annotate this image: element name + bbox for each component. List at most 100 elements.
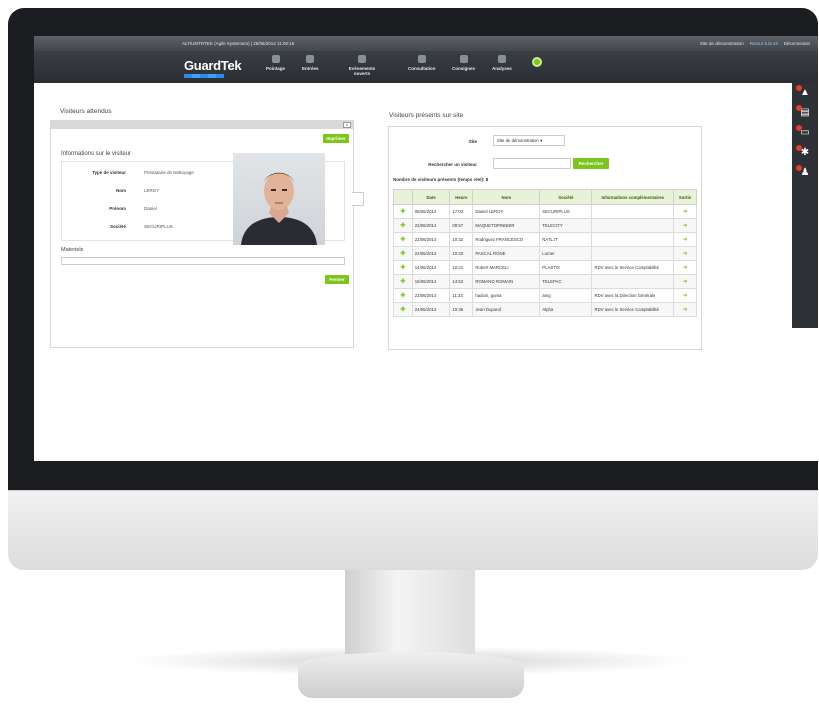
add-icon[interactable]: ✚ — [393, 204, 413, 219]
alert-icon[interactable]: ▲ — [796, 85, 811, 99]
field-value: SECURIPLUS — [144, 224, 173, 229]
nav-evenements[interactable]: Evènements ouverts — [340, 55, 384, 76]
nav-analyses[interactable]: Analyses — [492, 55, 512, 71]
exit-icon[interactable]: ➜ — [672, 274, 698, 289]
cell-date: 16/06/2014 — [411, 274, 451, 289]
exit-icon[interactable]: ➜ — [672, 204, 698, 219]
close-icon[interactable]: × — [343, 122, 351, 128]
status-right: Site de démonstration Retour à la v3 Déc… — [700, 36, 810, 51]
exit-icon[interactable]: ➜ — [672, 246, 698, 261]
add-icon[interactable]: ✚ — [393, 218, 413, 233]
table-row: ✚ 23/06/2014 11:33 hadoni, guma amg RDV avec … — [393, 288, 698, 303]
cell-info — [591, 204, 674, 219]
panel-header: × — [51, 121, 353, 129]
logout-link[interactable]: Déconnexion — [784, 36, 810, 51]
field-label: Type de visiteur — [92, 170, 126, 175]
add-icon[interactable]: ✚ — [393, 288, 413, 303]
present-visitors-title: Visiteurs présents sur site — [389, 112, 464, 119]
table-row: ✚ 22/06/2014 10:32 Rodriguez FRANCESCO NATL.… — [393, 232, 698, 247]
field-value: Daniel — [144, 206, 157, 211]
table-header: Date Heure Nom Société Informations comp… — [393, 189, 698, 205]
badge-icon[interactable]: ✱ — [796, 145, 811, 159]
cell-info — [591, 274, 674, 289]
cell-date: 23/06/2014 — [411, 288, 451, 303]
id-card-icon[interactable]: ▭ — [796, 125, 811, 139]
field-value: LEROY — [144, 188, 160, 193]
present-visitors-panel: Site Site de démonstration ▾ Rechercher … — [388, 126, 702, 350]
search-label: Rechercher un visiteur — [428, 162, 477, 167]
add-icon[interactable]: ✚ — [393, 274, 413, 289]
exit-icon[interactable]: ➜ — [672, 288, 698, 303]
cell-name: Daniel LEROY — [472, 204, 541, 219]
analyses-icon — [497, 55, 506, 63]
nav-pointage[interactable]: Pointage — [266, 55, 285, 71]
search-button[interactable]: Rechercher — [573, 158, 609, 169]
print-button[interactable]: Imprimer — [323, 134, 349, 143]
exit-icon[interactable]: ➜ — [672, 260, 698, 275]
status-bar: ALTIUMTRTEK (Agile Systemum) | 25/06/201… — [34, 36, 818, 51]
add-icon[interactable]: ✚ — [393, 246, 413, 261]
table-row: ✚ 16/06/2014 14:53 ROMANO ROMAIN TELEPAC ➜ — [393, 274, 698, 289]
cell-date: 14/06/2014 — [411, 260, 451, 275]
return-link[interactable]: Retour à la v3 — [750, 36, 778, 51]
exit-icon[interactable]: ➜ — [672, 302, 698, 317]
monitor-neck — [345, 570, 475, 654]
table-row: ✚ 24/06/2014 10:36 Jean Dupond Alpha RDV avec… — [393, 302, 698, 317]
cell-time: 10:32 — [449, 232, 474, 247]
visitor-info-title: Informations sur le visiteur — [61, 151, 132, 157]
person-icon[interactable]: ♟ — [796, 165, 811, 179]
right-sidebar: ▲ ▤ ▭ ✱ ♟ — [792, 83, 818, 328]
cell-info: RDV avec le Service Comptabilité — [591, 302, 674, 317]
field-label: Nom — [116, 188, 126, 193]
cell-company: Lorner — [539, 246, 593, 261]
main-nav: GuardTek Pointage Entrées Evènements ouv… — [34, 51, 818, 83]
consignes-icon — [459, 55, 468, 63]
cell-date: 22/06/2014 — [411, 232, 451, 247]
cell-company: Alpha — [539, 302, 593, 317]
field-label: Prénom — [109, 206, 126, 211]
cell-time: 10:21 — [449, 260, 474, 275]
field-value: Prestataire de Nettoyage — [144, 170, 194, 175]
add-icon[interactable]: ✚ — [393, 302, 413, 317]
search-input[interactable] — [493, 158, 571, 169]
nav-entrees[interactable]: Entrées — [302, 55, 319, 71]
consultation-icon — [417, 55, 426, 63]
session-info: ALTIUMTRTEK (Agile Systemum) | 25/06/201… — [182, 41, 295, 46]
visitor-photo — [233, 153, 325, 245]
screen: ALTIUMTRTEK (Agile Systemum) | 25/06/201… — [34, 36, 818, 461]
add-icon[interactable]: ✚ — [393, 232, 413, 247]
cell-name: Jean Dupond — [472, 302, 541, 317]
table-row: ✚ 22/06/2014 10:32 PASCAL RONE Lorner ➜ — [393, 246, 698, 261]
cell-info: RDV avec le Service Comptabilité — [591, 260, 674, 275]
nav-consultation[interactable]: Consultation — [408, 55, 436, 71]
materials-input[interactable] — [61, 257, 345, 265]
cell-time: 14:53 — [449, 274, 474, 289]
materials-title: Materiels — [61, 247, 84, 253]
cell-info — [591, 232, 674, 247]
cell-time: 10:32 — [449, 246, 474, 261]
evenements-icon — [358, 55, 366, 63]
cell-company: SECURIPLUS — [539, 204, 593, 219]
col-header — [393, 189, 413, 205]
status-indicator-icon[interactable] — [532, 57, 542, 67]
cell-name: hadoni, guma — [472, 288, 541, 303]
col-header: Informations complémentaires — [591, 189, 674, 205]
cell-info — [591, 218, 674, 233]
exit-icon[interactable]: ➜ — [672, 218, 698, 233]
add-icon[interactable]: ✚ — [393, 260, 413, 275]
exit-icon[interactable]: ➜ — [672, 232, 698, 247]
cell-date: 22/06/2014 — [411, 246, 451, 261]
col-header: Nom — [472, 189, 541, 205]
cell-time: 10:36 — [449, 302, 474, 317]
cell-date: 22/06/2014 — [411, 218, 451, 233]
cell-date: 05/06/2014 — [411, 204, 451, 219]
pointage-icon — [271, 55, 280, 63]
close-button[interactable]: Fermer — [325, 275, 349, 284]
clipboard-icon[interactable]: ▤ — [796, 105, 811, 119]
table-row: ✚ 22/06/2014 09:57 MAQUETOPINNIER TELECITY ➜ — [393, 218, 698, 233]
cell-time: 09:57 — [449, 218, 474, 233]
site-name: Site de démonstration — [699, 41, 744, 46]
cell-name: Rodriguez FRANCESCO — [472, 232, 541, 247]
site-select[interactable]: Site de démonstration ▾ — [493, 135, 565, 146]
nav-consignes[interactable]: Consignes — [452, 55, 475, 71]
